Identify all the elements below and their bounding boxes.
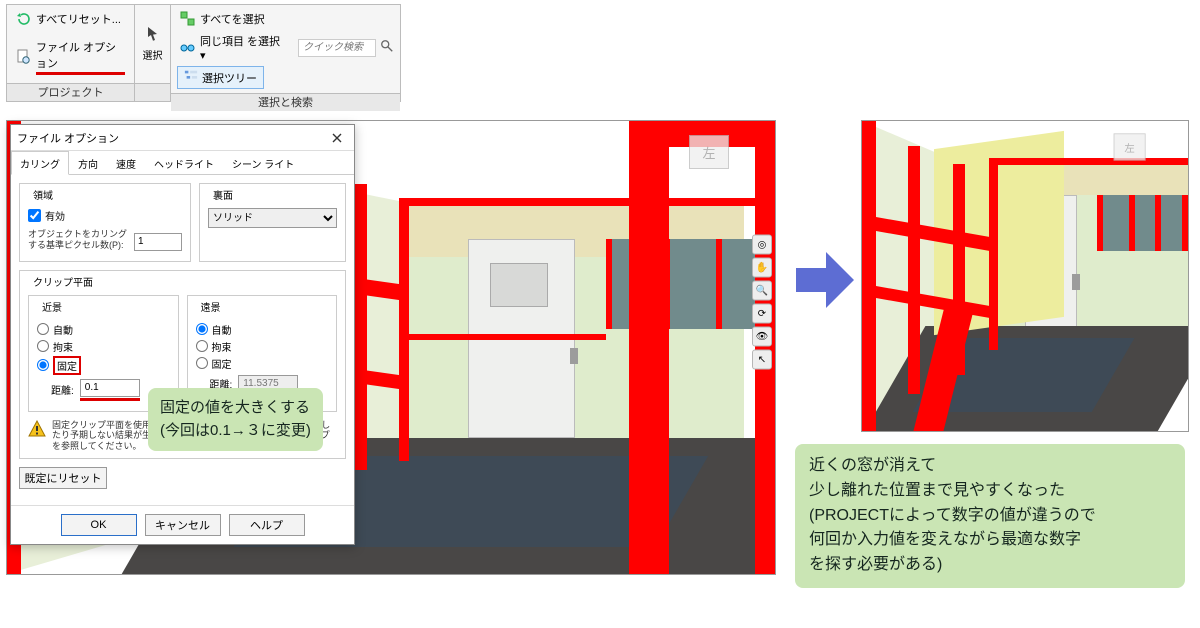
callout2-l3: (PROJECTによって数字の値が違うので (809, 504, 1171, 529)
pixel-cull-label: オブジェクトをカリングする基準ピクセル数(P): (28, 229, 128, 251)
select-all-label: すべてを選択 (200, 11, 265, 27)
arrow-icon (796, 252, 852, 308)
near-auto[interactable]: 自動 (37, 322, 170, 337)
near-fixed[interactable]: 固定 (37, 356, 170, 375)
viewcube-after[interactable]: 左 (1098, 127, 1160, 171)
cursor-icon (145, 26, 161, 45)
viewcube-after-face[interactable]: 左 (1114, 133, 1146, 160)
pixel-cull-input[interactable] (134, 233, 182, 251)
viewport-after[interactable]: 左 (861, 120, 1189, 432)
near-distance-label: 距離: (51, 382, 74, 397)
callout2-l4: 何回か入力値を変えながら最適な数字 (809, 528, 1171, 553)
dialog-title: ファイル オプション (17, 130, 119, 146)
select-same-label: 同じ項目 を選択 ▾ (200, 33, 287, 62)
checkbox-enable[interactable]: 有効 (28, 208, 182, 223)
ribbon-group-select: 選択 (135, 5, 171, 101)
selection-tree-button[interactable]: 選択ツリー (177, 66, 264, 89)
ribbon: すべてリセット... ファイル オプション プロジェクト 選択 (6, 4, 401, 102)
legend-region: 領域 (30, 187, 56, 202)
doc-gear-icon (16, 49, 32, 65)
ok-button[interactable]: OK (61, 514, 137, 536)
ribbon-group-search: すべてを選択 同じ項目 を選択 ▾ (171, 5, 400, 101)
select-same-button[interactable]: 同じ項目 を選択 ▾ (177, 31, 290, 64)
tree-icon (184, 69, 198, 86)
select-all-icon (180, 11, 196, 27)
file-options-label: ファイル オプション (36, 39, 125, 75)
far-fixed[interactable]: 固定 (196, 356, 329, 371)
file-options-dialog: ファイル オプション カリング 方向 速度 ヘッドライト シーン ライト 領域 … (10, 124, 355, 545)
reset-defaults-button[interactable]: 既定にリセット (19, 467, 107, 489)
select-all-button[interactable]: すべてを選択 (177, 9, 268, 29)
help-button[interactable]: ヘルプ (229, 514, 305, 536)
callout1-line2: (今回は0.1→３に変更) (160, 419, 311, 442)
callout-result: 近くの窓が消えて 少し離れた位置まで見やすくなった (PROJECTによって数字… (795, 444, 1185, 588)
warning-icon (28, 420, 46, 438)
callout2-l5: を探す必要がある) (809, 553, 1171, 578)
callout-fixed-value: 固定の値を大きくする (今回は0.1→３に変更) (148, 388, 323, 451)
tab-speed[interactable]: 速度 (107, 151, 145, 174)
fieldset-backface: 裏面 ソリッド (199, 183, 346, 262)
fieldset-region: 領域 有効 オブジェクトをカリングする基準ピクセル数(P): (19, 183, 191, 262)
select-same-icon (180, 40, 196, 56)
select-label: 選択 (143, 47, 163, 62)
quick-search (298, 39, 394, 57)
ribbon-group-project: すべてリセット... ファイル オプション プロジェクト (7, 5, 135, 101)
reset-all-button[interactable]: すべてリセット... (13, 9, 128, 29)
cancel-button[interactable]: キャンセル (145, 514, 221, 536)
dialog-tabs: カリング 方向 速度 ヘッドライト シーン ライト (11, 151, 354, 175)
ribbon-group-project-label: プロジェクト (7, 83, 134, 101)
dialog-footer: OK キャンセル ヘルプ (11, 505, 354, 544)
tab-direction[interactable]: 方向 (69, 151, 107, 174)
file-options-button[interactable]: ファイル オプション (13, 37, 128, 77)
near-distance-input[interactable] (80, 379, 140, 397)
callout2-l2: 少し離れた位置まで見やすくなった (809, 479, 1171, 504)
search-icon[interactable] (380, 39, 394, 56)
far-auto[interactable]: 自動 (196, 322, 329, 337)
quick-search-input[interactable] (298, 39, 376, 57)
viewcube[interactable]: 左 (669, 127, 747, 182)
legend-far: 遠景 (198, 299, 224, 314)
checkbox-enable-input[interactable] (28, 209, 41, 222)
tab-scenelight[interactable]: シーン ライト (223, 151, 303, 174)
viewcube-face[interactable]: 左 (689, 135, 729, 169)
callout1-line1: 固定の値を大きくする (160, 396, 311, 419)
near-constrain[interactable]: 拘束 (37, 339, 170, 354)
checkbox-enable-label: 有効 (45, 208, 65, 223)
legend-near: 近景 (39, 299, 65, 314)
nav-steering-icon[interactable]: ◎ (752, 235, 772, 255)
nav-cursor-icon[interactable]: ↖ (752, 350, 772, 370)
tab-headlight[interactable]: ヘッドライト (145, 151, 223, 174)
legend-clip: クリップ平面 (30, 274, 96, 289)
nav-zoom-icon[interactable]: 🔍 (752, 281, 772, 301)
select-button[interactable]: 選択 (135, 5, 170, 83)
ribbon-group-search-label: 選択と検索 (171, 93, 400, 111)
tab-culling[interactable]: カリング (11, 151, 69, 175)
selection-tree-label: 選択ツリー (202, 70, 257, 86)
nav-bar: ◎ ✋ 🔍 ⟳ 👁 ↖ (751, 235, 773, 370)
nav-pan-icon[interactable]: ✋ (752, 258, 772, 278)
reset-all-label: すべてリセット... (36, 11, 121, 27)
refresh-icon (16, 11, 32, 27)
far-constrain[interactable]: 拘束 (196, 339, 329, 354)
ribbon-group-select-label (135, 83, 170, 101)
dialog-titlebar[interactable]: ファイル オプション (11, 125, 354, 151)
backface-select[interactable]: ソリッド (208, 208, 337, 228)
nav-look-icon[interactable]: 👁 (752, 327, 772, 347)
close-icon[interactable] (326, 129, 348, 147)
legend-backface: 裏面 (210, 187, 236, 202)
callout2-l1: 近くの窓が消えて (809, 454, 1171, 479)
nav-orbit-icon[interactable]: ⟳ (752, 304, 772, 324)
